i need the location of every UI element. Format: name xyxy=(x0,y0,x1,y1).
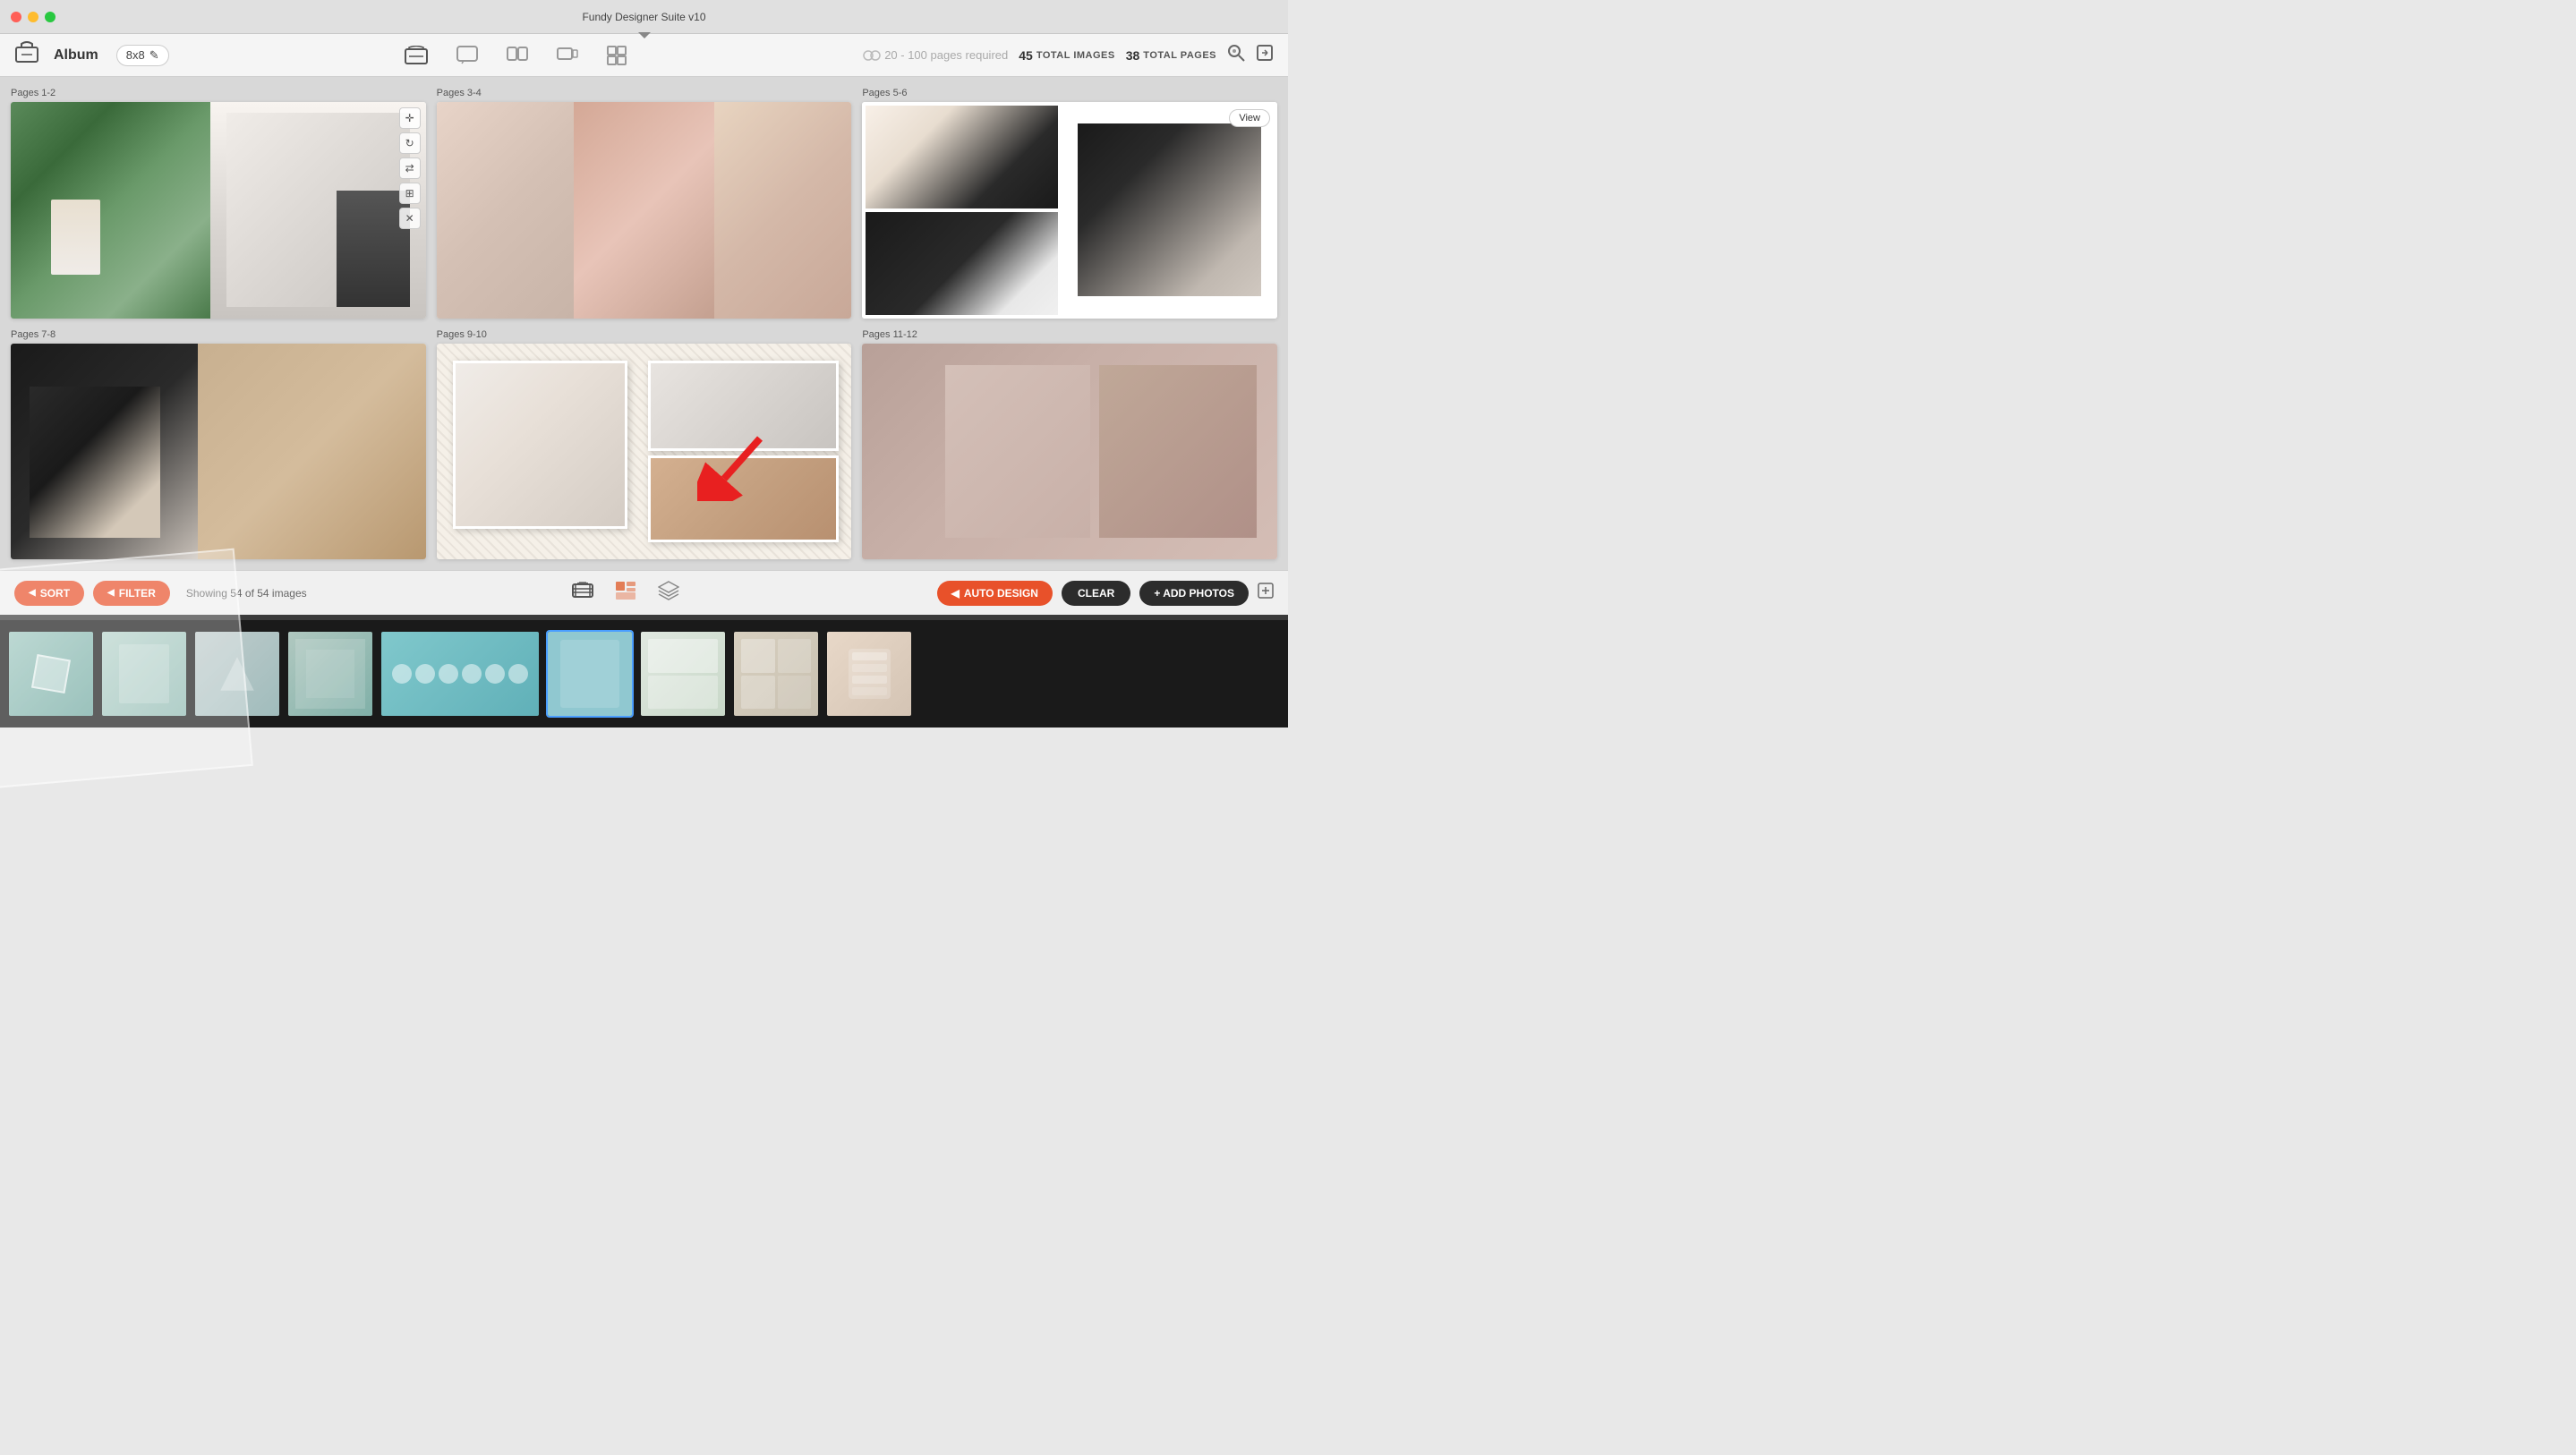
filmstrip-thumb-6[interactable] xyxy=(546,630,634,718)
required-text: 20 - 100 pages required xyxy=(884,48,1008,62)
page-spread-9-10[interactable] xyxy=(437,344,852,560)
traffic-lights xyxy=(11,12,55,22)
expand-panel-icon-btn[interactable] xyxy=(1258,583,1274,603)
page-cell-9-10: Pages 9-10 xyxy=(437,329,852,560)
page-label-7-8: Pages 7-8 xyxy=(11,329,426,340)
view-button[interactable]: View xyxy=(1229,109,1270,127)
compare-icon-btn[interactable] xyxy=(503,42,532,69)
size-value: 8x8 xyxy=(126,48,145,62)
delete-icon[interactable]: ✕ xyxy=(399,208,421,229)
search-icon-btn[interactable] xyxy=(1227,44,1245,66)
page-label-3-4: Pages 3-4 xyxy=(437,88,852,98)
total-pages-num: 38 xyxy=(1126,48,1140,63)
size-badge[interactable]: 8x8 ✎ xyxy=(116,45,169,66)
page-label-5-6: Pages 5-6 xyxy=(862,88,1277,98)
mosaic-icon-btn[interactable] xyxy=(611,577,640,608)
swap-icon[interactable]: ⇄ xyxy=(399,157,421,179)
page-cell-3-4: Pages 3-4 xyxy=(437,88,852,319)
grid-layout-icon[interactable]: ⊞ xyxy=(399,183,421,204)
clear-button[interactable]: CLEAR xyxy=(1062,581,1130,606)
auto-design-arrow-icon: ◀ xyxy=(951,587,960,600)
toolbar-right: 20 - 100 pages required 45 TOTAL IMAGES … xyxy=(863,44,1274,66)
page-spread-1-2[interactable]: ✛ ↻ ⇄ ⊞ ✕ xyxy=(11,102,426,319)
minimize-button[interactable] xyxy=(28,12,38,22)
page-cell-11-12: Pages 11-12 xyxy=(862,329,1277,560)
filmstrip-thumb-9[interactable] xyxy=(825,630,913,718)
total-pages-stat: 38 TOTAL PAGES xyxy=(1126,48,1216,63)
total-pages-label: TOTAL PAGES xyxy=(1143,50,1216,61)
total-images-label: TOTAL IMAGES xyxy=(1036,50,1115,61)
grid-icon-btn[interactable] xyxy=(603,42,630,69)
dropdown-arrow-icon xyxy=(638,32,651,38)
chat-icon-btn[interactable] xyxy=(453,42,482,69)
filmstrip-thumb-8[interactable] xyxy=(732,630,820,718)
page-label-9-10: Pages 9-10 xyxy=(437,329,852,340)
move-icon[interactable]: ✛ xyxy=(399,107,421,129)
app-logo-icon xyxy=(14,40,39,71)
filmstrip-thumb-5[interactable] xyxy=(380,630,541,718)
page-controls-1-2: ✛ ↻ ⇄ ⊞ ✕ xyxy=(399,107,421,229)
filmstrip-thumb-1[interactable] xyxy=(7,630,95,718)
required-pages-info: 20 - 100 pages required xyxy=(863,48,1008,63)
filmstrip-thumb-7[interactable] xyxy=(639,630,727,718)
add-photos-label: + ADD PHOTOS xyxy=(1154,587,1234,600)
album-label: Album xyxy=(54,47,98,64)
page-spread-3-4[interactable] xyxy=(437,102,852,319)
total-images-num: 45 xyxy=(1019,48,1033,63)
close-button[interactable] xyxy=(11,12,21,22)
page-spread-5-6[interactable]: View xyxy=(862,102,1277,319)
edit-icon: ✎ xyxy=(149,48,159,63)
pages-grid: Pages 1-2 ✛ ↻ ⇄ ⊞ ✕ xyxy=(0,77,1288,570)
filmstrip xyxy=(0,620,1288,728)
clear-label: CLEAR xyxy=(1078,587,1114,600)
page-cell-1-2: Pages 1-2 ✛ ↻ ⇄ ⊞ ✕ xyxy=(11,88,426,319)
bottom-center-icons xyxy=(323,577,928,608)
album-icon-btn[interactable] xyxy=(401,42,431,69)
page-spread-7-8[interactable] xyxy=(11,344,426,560)
main-toolbar: Album 8x8 ✎ xyxy=(0,34,1288,77)
page-cell-5-6: Pages 5-6 View xyxy=(862,88,1277,319)
total-images-stat: 45 TOTAL IMAGES xyxy=(1019,48,1114,63)
page-label-1-2: Pages 1-2 xyxy=(11,88,426,98)
maximize-button[interactable] xyxy=(45,12,55,22)
page-spread-11-12[interactable] xyxy=(862,344,1277,560)
layers-icon-btn[interactable] xyxy=(654,577,683,608)
export-icon-btn[interactable] xyxy=(1256,44,1274,66)
main-content: Pages 1-2 ✛ ↻ ⇄ ⊞ ✕ xyxy=(0,77,1288,728)
auto-design-label: AUTO DESIGN xyxy=(964,587,1038,600)
rotate-icon[interactable]: ↻ xyxy=(399,132,421,154)
auto-design-button[interactable]: ◀ AUTO DESIGN xyxy=(937,581,1053,606)
filmstrip-icon-btn[interactable] xyxy=(568,578,597,608)
page-cell-7-8: Pages 7-8 xyxy=(11,329,426,560)
window-title: Fundy Designer Suite v10 xyxy=(582,11,705,23)
red-arrow-icon xyxy=(697,430,769,501)
filmstrip-thumb-4[interactable] xyxy=(286,630,374,718)
page-label-11-12: Pages 11-12 xyxy=(862,329,1277,340)
toolbar-center-icons xyxy=(180,42,853,69)
slideshow-icon-btn[interactable] xyxy=(553,42,582,69)
add-photos-button[interactable]: + ADD PHOTOS xyxy=(1139,581,1249,606)
titlebar: Fundy Designer Suite v10 xyxy=(0,0,1288,34)
